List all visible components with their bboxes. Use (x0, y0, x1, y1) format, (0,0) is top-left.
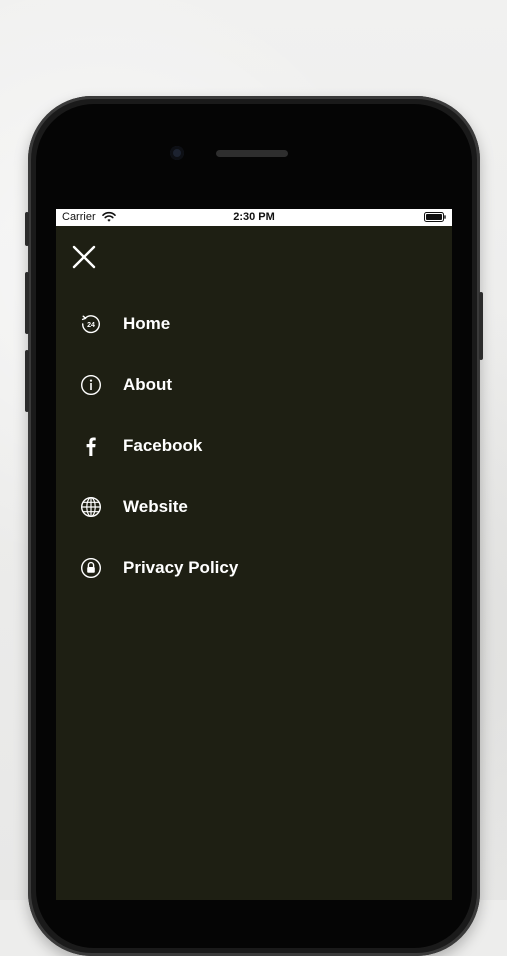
menu-item-website[interactable]: Website (56, 476, 452, 537)
menu-item-privacy-policy[interactable]: Privacy Policy (56, 537, 452, 598)
svg-text:24: 24 (87, 322, 95, 329)
menu-item-facebook[interactable]: Facebook (56, 415, 452, 476)
menu-label-facebook: Facebook (123, 435, 203, 455)
volume-up-button (25, 272, 29, 334)
volume-down-button (25, 350, 29, 412)
menu-label-website: Website (123, 496, 188, 516)
home-24-icon: 24 (81, 314, 100, 333)
menu-label-home: Home (123, 313, 171, 333)
power-button (479, 292, 483, 360)
menu-item-home[interactable]: 24 Home (56, 293, 452, 354)
menu-item-about[interactable]: About (56, 354, 452, 415)
earpiece-speaker (216, 150, 288, 157)
front-camera (170, 146, 184, 160)
drawer-menu: 24 Home About Facebook Website Privacy P… (56, 293, 452, 598)
status-time: 2:30 PM (233, 211, 275, 223)
mute-switch (25, 212, 29, 246)
lock-icon (80, 557, 102, 578)
battery-icon (424, 212, 446, 222)
close-button[interactable] (70, 243, 98, 271)
menu-label-about: About (123, 374, 173, 394)
close-icon (72, 245, 96, 269)
globe-icon (80, 496, 102, 517)
menu-label-privacy-policy: Privacy Policy (123, 557, 239, 577)
info-icon (80, 374, 102, 395)
phone-screen: Carrier 2:30 PM 24 Home About Facebook W… (56, 209, 452, 900)
status-bar: Carrier 2:30 PM (56, 209, 452, 226)
facebook-icon (86, 437, 96, 456)
